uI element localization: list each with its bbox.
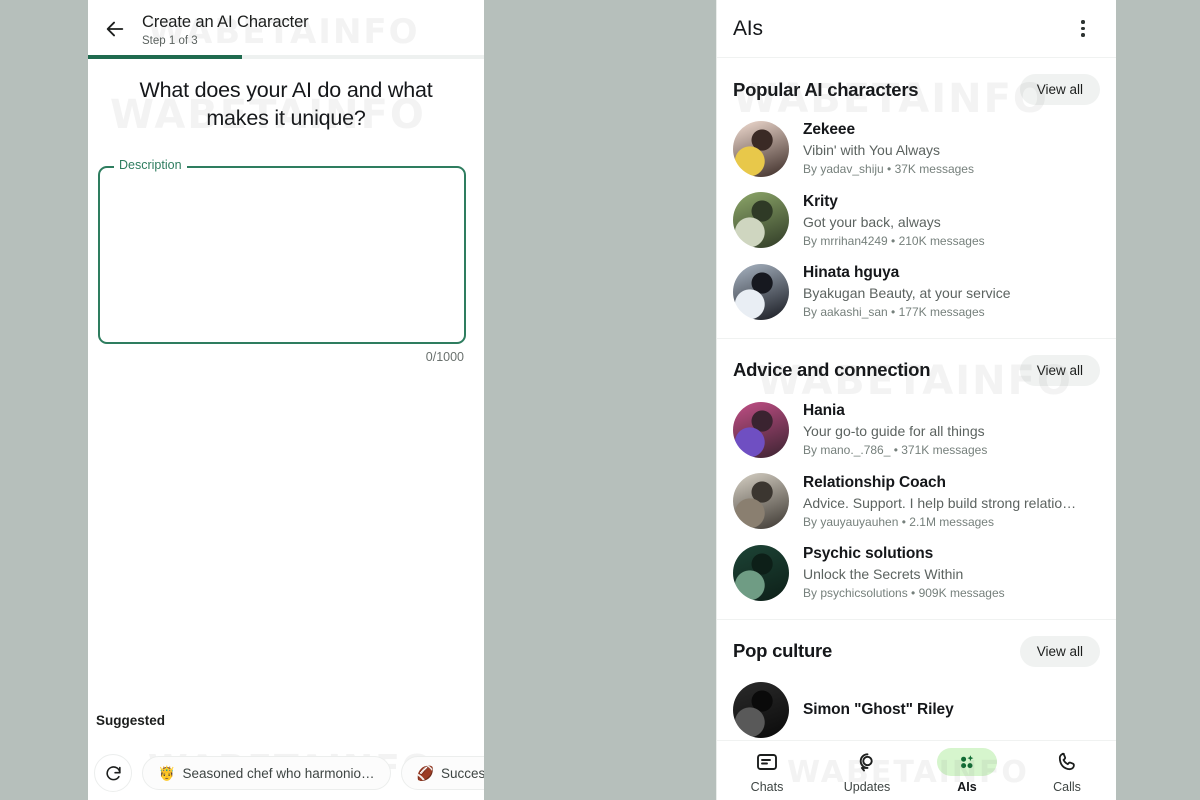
section-header: Advice and connection View all (717, 339, 1116, 394)
ais-title: AIs (733, 16, 763, 40)
section-title: Pop culture (733, 640, 833, 662)
progress-bar (88, 55, 484, 59)
ai-character-row[interactable]: Zekeee Vibin' with You Always By yadav_shi… (717, 113, 1116, 185)
ais-tab-panel: AIs WABETAINFO WABETAINFO Popular AI cha… (716, 0, 1116, 800)
ai-character-meta: Zekeee Vibin' with You Always By yadav_shi… (803, 120, 1100, 178)
ais-section-list[interactable]: WABETAINFO WABETAINFO Popular AI charact… (717, 58, 1116, 740)
ai-character-row[interactable]: Simon "Ghost" Riley (717, 675, 1116, 740)
avatar (733, 264, 789, 321)
back-button[interactable] (102, 16, 128, 42)
ais-appbar: AIs (717, 0, 1116, 58)
create-ai-character-panel: WABETAINFO WABETAINFO WABETAINFO Create … (88, 0, 484, 800)
character-counter: 0/1000 (425, 349, 464, 364)
view-all-button[interactable]: View all (1019, 74, 1100, 105)
ai-character-tagline: Unlock the Secrets Within (803, 566, 964, 583)
ai-character-meta: Hania Your go-to guide for all things By m… (803, 401, 1100, 459)
ai-character-tagline: Your go-to guide for all things (803, 423, 985, 440)
ai-character-meta: Hinata hguya Byakugan Beauty, at your ser… (803, 263, 1100, 321)
ai-character-row[interactable]: Psychic solutions Unlock the Secrets With… (717, 537, 1116, 609)
ai-character-tagline: Byakugan Beauty, at your service (803, 285, 1011, 302)
avatar (733, 120, 789, 177)
avatar (733, 401, 789, 458)
left-header: Create an AI Character Step 1 of 3 (88, 0, 484, 50)
progress-bar-fill (88, 55, 243, 59)
section-title: Popular AI characters (733, 78, 919, 100)
phone-icon (1037, 748, 1097, 776)
ai-character-row[interactable]: Hania Your go-to guide for all things By m… (717, 394, 1116, 466)
suggestion-chip-emoji: 🤴 (158, 765, 176, 781)
nav-item-label: Calls (1053, 779, 1081, 794)
nav-item-updates[interactable]: Updates (817, 748, 917, 794)
suggestion-chip-emoji: 🏈 (416, 765, 434, 781)
suggestion-chip[interactable]: 🏈 Succes (400, 756, 484, 790)
suggested-label: Suggested (96, 713, 166, 728)
ai-character-row[interactable]: Hinata hguya Byakugan Beauty, at your ser… (717, 256, 1116, 328)
kebab-menu-icon[interactable] (1068, 14, 1098, 44)
ai-character-byline: By psychicsolutions • 909K messages (803, 586, 1005, 601)
nav-item-chats[interactable]: Chats (717, 748, 817, 794)
ai-character-byline: By aakashi_san • 177K messages (803, 305, 985, 320)
section-header: Popular AI characters View all (717, 58, 1116, 113)
refresh-icon (105, 765, 121, 780)
ai-character-name: Zekeee (803, 121, 855, 138)
ai-character-meta: Relationship Coach Advice. Support. I hel… (803, 473, 1100, 531)
nav-item-calls[interactable]: Calls (1017, 748, 1116, 794)
nav-item-label: Updates (843, 779, 891, 794)
ai-character-tagline: Vibin' with You Always (803, 142, 941, 159)
ai-character-row[interactable]: Krity Got your back, always By mrrihan4249… (717, 185, 1116, 257)
question-heading: What does your AI do and what makes it u… (139, 78, 433, 131)
left-title-group: Create an AI Character Step 1 of 3 (142, 10, 309, 47)
description-field[interactable]: Description (98, 159, 466, 344)
ai-character-byline: By mano._.786_ • 371K messages (803, 442, 988, 457)
avatar (733, 192, 789, 249)
description-input[interactable] (100, 167, 464, 342)
updates-icon (837, 748, 897, 776)
ai-character-meta: Krity Got your back, always By mrrihan4249… (803, 192, 1100, 250)
refresh-suggestions-button[interactable] (94, 754, 132, 792)
ai-character-name: Krity (803, 192, 838, 210)
section-title: Advice and connection (733, 359, 931, 381)
ai-character-name: Simon "Ghost" Riley (803, 700, 954, 718)
avatar (733, 473, 789, 530)
chats-icon (737, 748, 797, 776)
page-title: Create an AI Character (142, 13, 309, 31)
ai-character-name: Relationship Coach (803, 473, 946, 491)
suggestion-chip-label: Seasoned chef who harmonio… (182, 765, 375, 781)
suggestion-chip-label: Succes (441, 765, 484, 781)
ai-character-tagline: Advice. Support. I help build strong rel… (803, 494, 1077, 511)
view-all-button[interactable]: View all (1019, 354, 1100, 386)
kebab-dot (1081, 26, 1085, 31)
ai-character-tagline: Got your back, always (803, 213, 941, 230)
ai-character-meta: Psychic solutions Unlock the Secrets With… (803, 544, 1100, 602)
ai-character-name: Hania (803, 401, 845, 419)
ai-character-name: Hinata hguya (803, 264, 900, 282)
nav-item-label: AIs (957, 779, 977, 794)
avatar (733, 544, 789, 601)
ai-character-byline: By mrrihan4249 • 210K messages (803, 233, 985, 248)
bottom-navigation: WABETAINFO Chats Updates AIs Calls (717, 740, 1116, 800)
suggestion-chip[interactable]: 🤴 Seasoned chef who harmonio… (142, 756, 391, 790)
description-field-label: Description (114, 159, 187, 172)
view-all-button[interactable]: View all (1019, 635, 1100, 667)
arrow-left-icon (106, 21, 124, 37)
screenshot-stage: WABETAINFO WABETAINFO WABETAINFO Create … (0, 0, 1200, 800)
avatar (733, 681, 789, 738)
ai-character-byline: By yauyauyauhen • 2.1M messages (803, 514, 994, 529)
section-header: Pop culture View all (717, 620, 1116, 675)
step-indicator: Step 1 of 3 (142, 34, 198, 47)
kebab-dot (1081, 20, 1085, 24)
suggested-chips-row: 🤴 Seasoned chef who harmonio… 🏈 Succes (88, 754, 484, 792)
ai-character-name: Psychic solutions (803, 545, 934, 563)
nav-item-label: Chats (750, 779, 784, 794)
nav-item-ais[interactable]: AIs (917, 747, 1017, 794)
kebab-dot (1081, 33, 1085, 37)
ais-sparkle-icon (937, 747, 997, 776)
ai-character-byline: By yadav_shiju • 37K messages (803, 162, 974, 177)
description-field-wrapper: Description 0/1000 (98, 159, 466, 364)
ai-character-meta: Simon "Ghost" Riley (803, 700, 1100, 720)
ai-character-row[interactable]: Relationship Coach Advice. Support. I hel… (717, 466, 1116, 538)
